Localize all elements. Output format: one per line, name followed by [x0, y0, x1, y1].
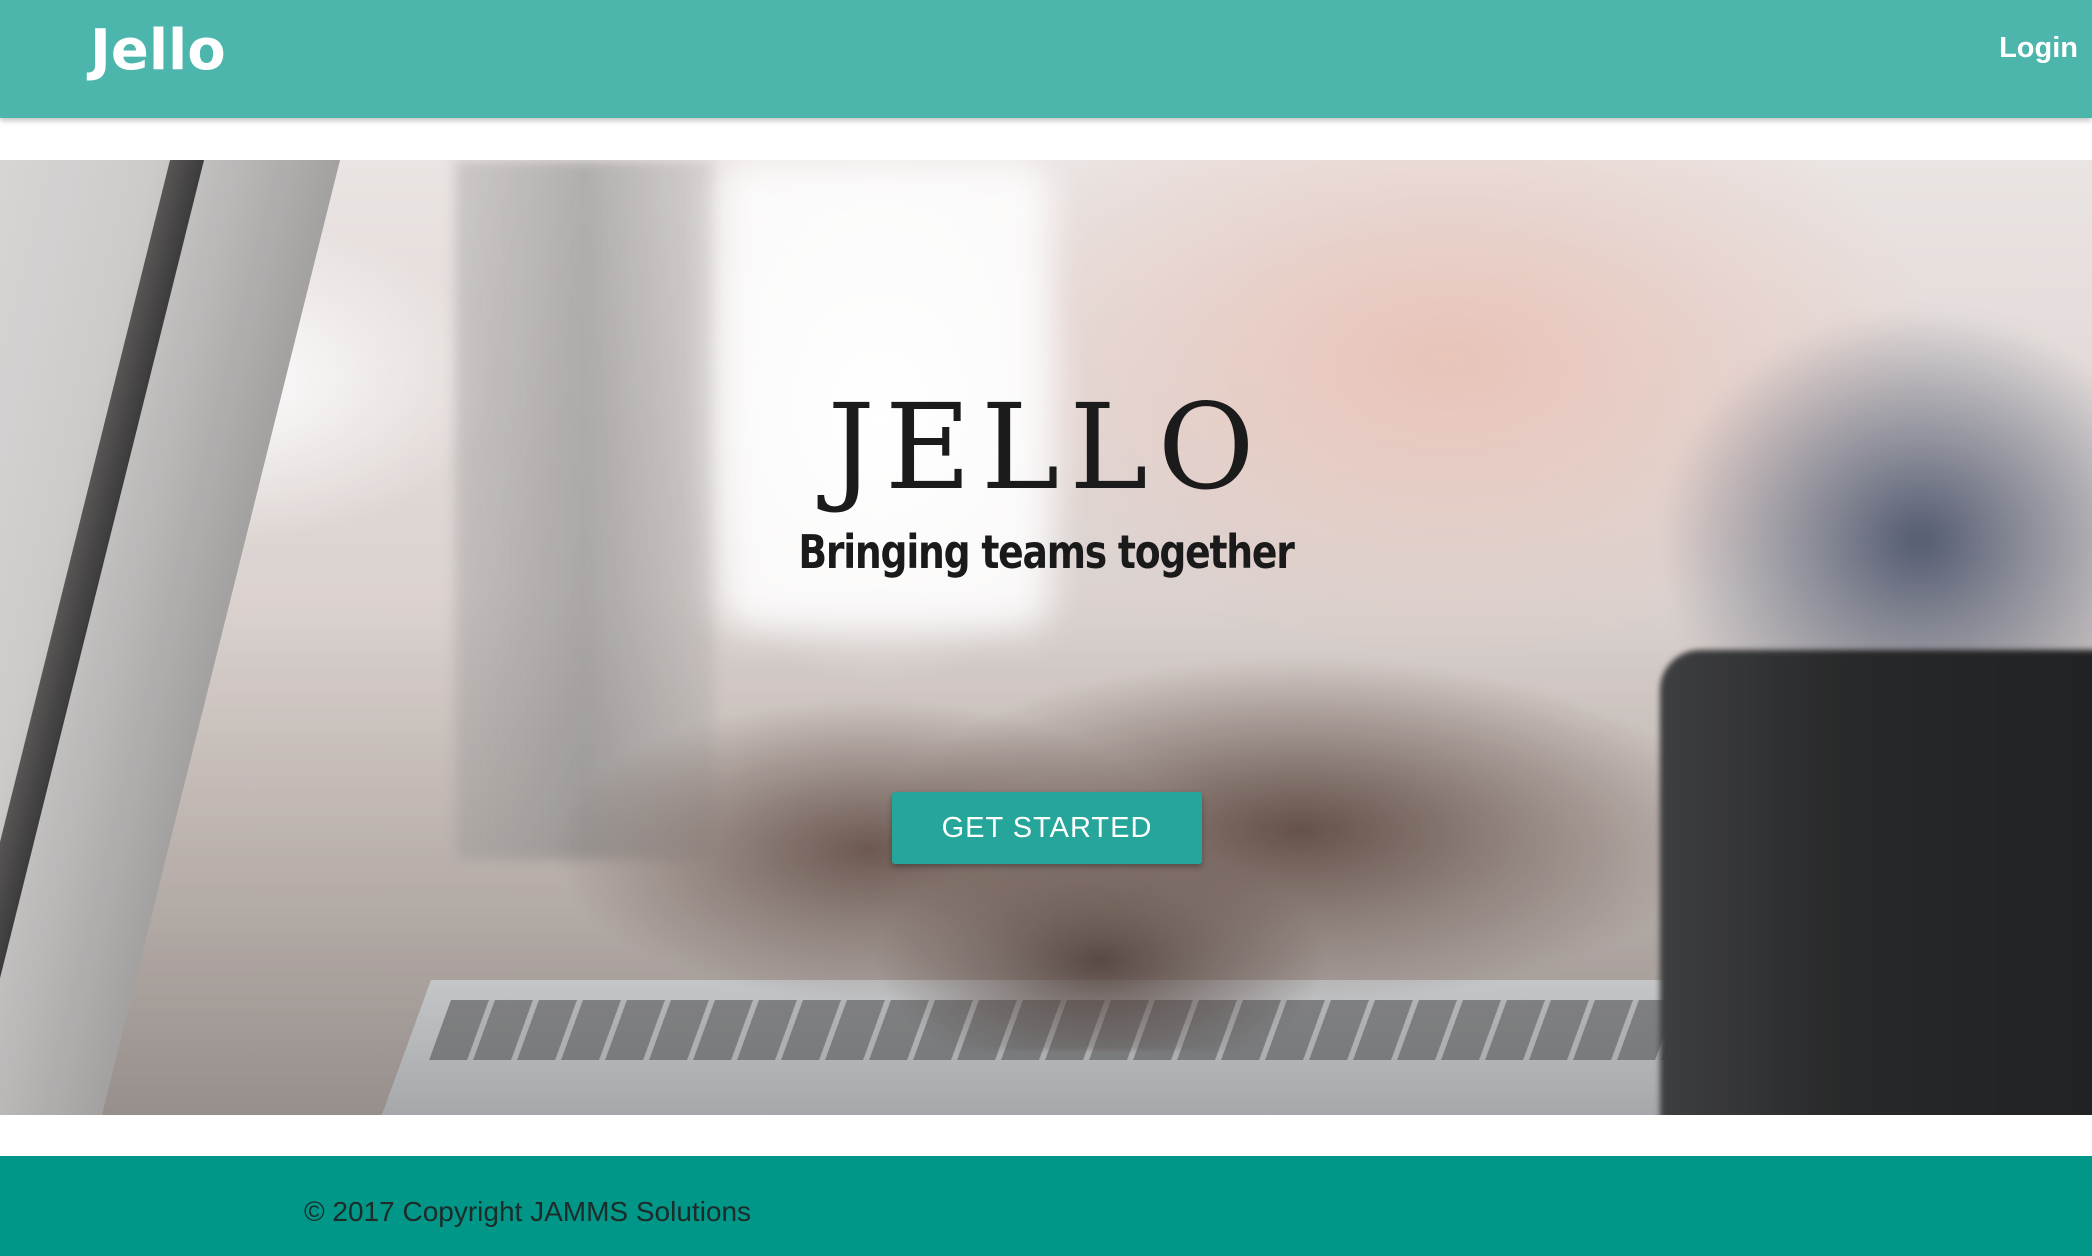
hero-subtitle: Bringing teams together: [798, 525, 1295, 579]
top-navbar: Jello Login: [0, 0, 2092, 118]
hero-overlay: [0, 160, 2092, 1115]
brand-logo-link[interactable]: Jello: [90, 18, 226, 83]
get-started-button[interactable]: GET STARTED: [892, 792, 1202, 864]
hero-title: JELLO: [827, 378, 1265, 516]
page-footer: © 2017 Copyright JAMMS Solutions: [0, 1156, 2092, 1256]
login-link[interactable]: Login: [1999, 32, 2078, 65]
hero-banner: JELLO Bringing teams together GET STARTE…: [0, 160, 2092, 1115]
copyright-text: © 2017 Copyright JAMMS Solutions: [304, 1196, 752, 1227]
